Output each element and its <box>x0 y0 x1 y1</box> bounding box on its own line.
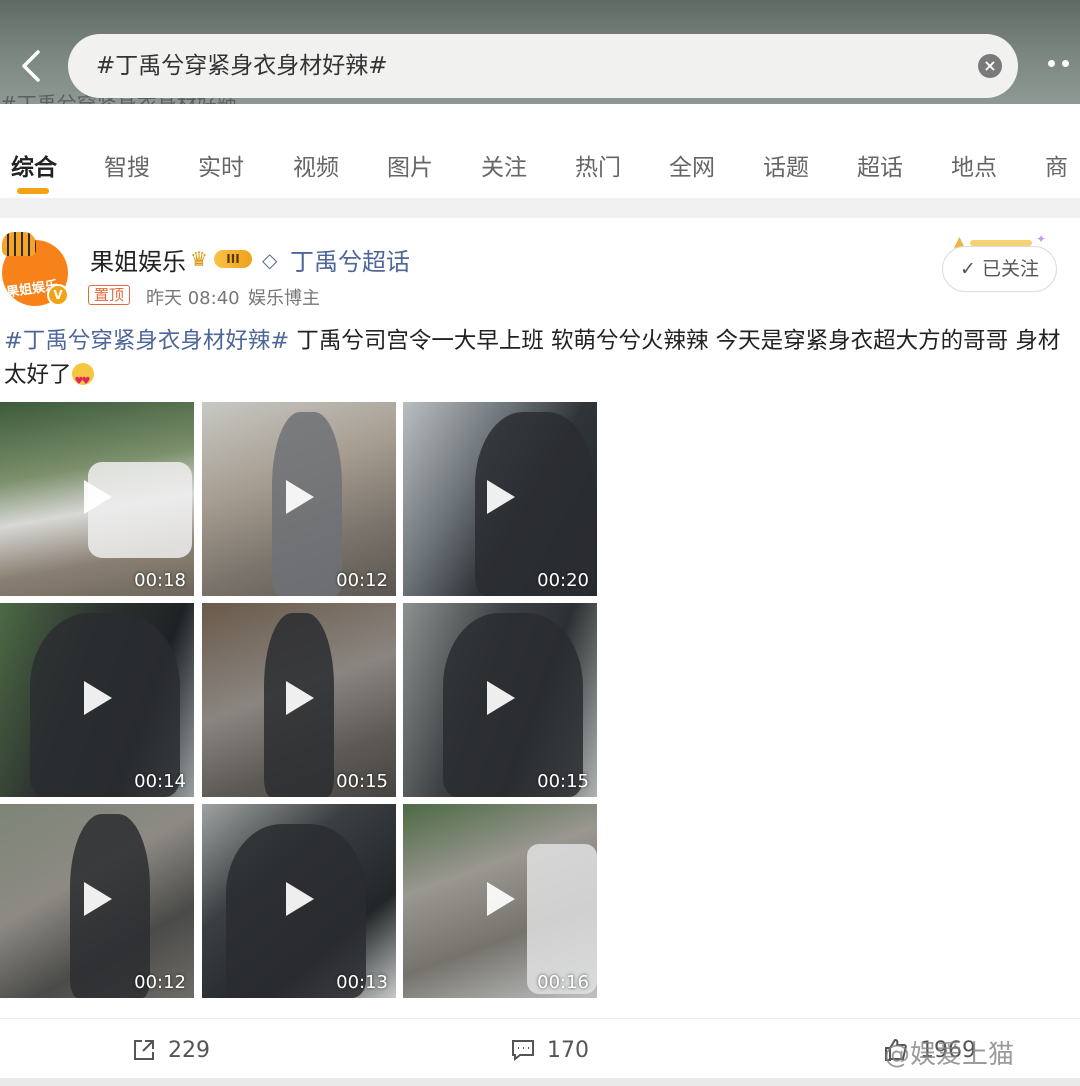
member-level-badge[interactable]: ♛ III <box>190 245 254 271</box>
play-icon <box>286 681 314 715</box>
tab-following[interactable]: 关注 <box>481 148 527 182</box>
section-divider <box>0 198 1080 218</box>
search-tabs: 综合 智搜 实时 视频 图片 关注 热门 全网 话题 超话 地点 商 <box>0 104 1080 198</box>
tab-video[interactable]: 视频 <box>293 148 339 182</box>
video-thumbnail[interactable]: 00:16 <box>403 804 597 998</box>
post-time: 昨天 08:40 <box>146 288 240 309</box>
play-icon <box>286 480 314 514</box>
play-icon <box>84 882 112 916</box>
video-duration: 00:13 <box>336 972 388 993</box>
video-grid: 00:18 00:12 00:20 00:14 00:15 00:15 00:1… <box>0 402 598 998</box>
play-icon <box>286 882 314 916</box>
footer-divider <box>0 1018 1080 1019</box>
video-thumbnail[interactable]: 00:20 <box>403 402 597 596</box>
author-name[interactable]: 果姐娱乐 <box>90 242 186 277</box>
play-icon <box>84 681 112 715</box>
video-thumbnail[interactable]: 00:13 <box>202 804 396 998</box>
avatar[interactable]: 果姐娱乐 V <box>2 232 69 306</box>
tab-smart-search[interactable]: 智搜 <box>104 148 150 182</box>
search-query-text: #丁禹兮穿紧身衣身材好辣# <box>96 53 388 79</box>
video-duration: 00:18 <box>134 570 186 591</box>
share-icon <box>134 1040 154 1060</box>
verified-icon: V <box>47 284 69 306</box>
tab-all-web[interactable]: 全网 <box>669 148 715 182</box>
comment-icon <box>512 1040 534 1062</box>
video-thumbnail[interactable]: 00:12 <box>202 402 396 596</box>
bottom-divider <box>0 1078 1080 1086</box>
video-thumbnail[interactable]: 00:15 <box>403 603 597 797</box>
more-options-icon[interactable] <box>1048 56 1076 70</box>
play-icon <box>84 480 112 514</box>
author-role: 娱乐博主 <box>248 288 320 309</box>
video-duration: 00:16 <box>537 972 589 993</box>
tab-comprehensive[interactable]: 综合 <box>11 148 57 182</box>
following-button[interactable]: ✓ 已关注 <box>942 246 1057 292</box>
video-duration: 00:14 <box>134 771 186 792</box>
video-duration: 00:12 <box>336 570 388 591</box>
video-thumbnail[interactable]: 00:12 <box>0 804 194 998</box>
video-duration: 00:15 <box>537 771 589 792</box>
tab-shop[interactable]: 商 <box>1045 148 1068 182</box>
level-label: III <box>214 250 252 268</box>
sparkle-icon: ✦ <box>1036 232 1047 246</box>
search-header: #丁禹兮穿紧身衣身材好辣 #丁禹兮穿紧身衣身材好辣# × <box>0 0 1080 104</box>
tab-topics[interactable]: 话题 <box>763 148 809 182</box>
tab-realtime[interactable]: 实时 <box>198 148 244 182</box>
back-arrow-icon[interactable] <box>14 44 48 88</box>
crown-icon: ♛ <box>190 247 208 271</box>
tab-hot[interactable]: 热门 <box>575 148 621 182</box>
supertopic-link[interactable]: 丁禹兮超话 <box>290 242 410 277</box>
play-icon <box>487 681 515 715</box>
play-icon <box>487 480 515 514</box>
hashtag-link[interactable]: #丁禹兮穿紧身衣身材好辣# <box>4 328 289 354</box>
pinned-badge: 置顶 <box>88 285 131 305</box>
video-thumbnail[interactable]: 00:14 <box>0 603 194 797</box>
tab-supertopic[interactable]: 超话 <box>857 148 903 182</box>
play-icon <box>487 882 515 916</box>
comment-count: 170 <box>547 1038 589 1063</box>
watermark-text: @娱爱上猫 <box>884 1040 1015 1070</box>
video-duration: 00:12 <box>134 972 186 993</box>
clear-search-icon[interactable]: × <box>978 54 1002 78</box>
tab-images[interactable]: 图片 <box>387 148 433 182</box>
heart-eyes-emoji-icon <box>71 363 94 399</box>
tiger-decoration-icon <box>2 232 36 256</box>
diamond-icon: ◇ <box>262 248 278 272</box>
tab-places[interactable]: 地点 <box>951 148 997 182</box>
video-thumbnail[interactable]: 00:18 <box>0 402 194 596</box>
active-tab-indicator <box>17 188 49 194</box>
repost-count: 229 <box>168 1038 210 1063</box>
post-text: #丁禹兮穿紧身衣身材好辣# 丁禹兮司宫令一大早上班 软萌兮兮火辣辣 今天是穿紧身… <box>4 324 1080 399</box>
video-duration: 00:15 <box>336 771 388 792</box>
video-duration: 00:20 <box>537 570 589 591</box>
search-input[interactable]: #丁禹兮穿紧身衣身材好辣# × <box>68 34 1018 98</box>
video-thumbnail[interactable]: 00:15 <box>202 603 396 797</box>
